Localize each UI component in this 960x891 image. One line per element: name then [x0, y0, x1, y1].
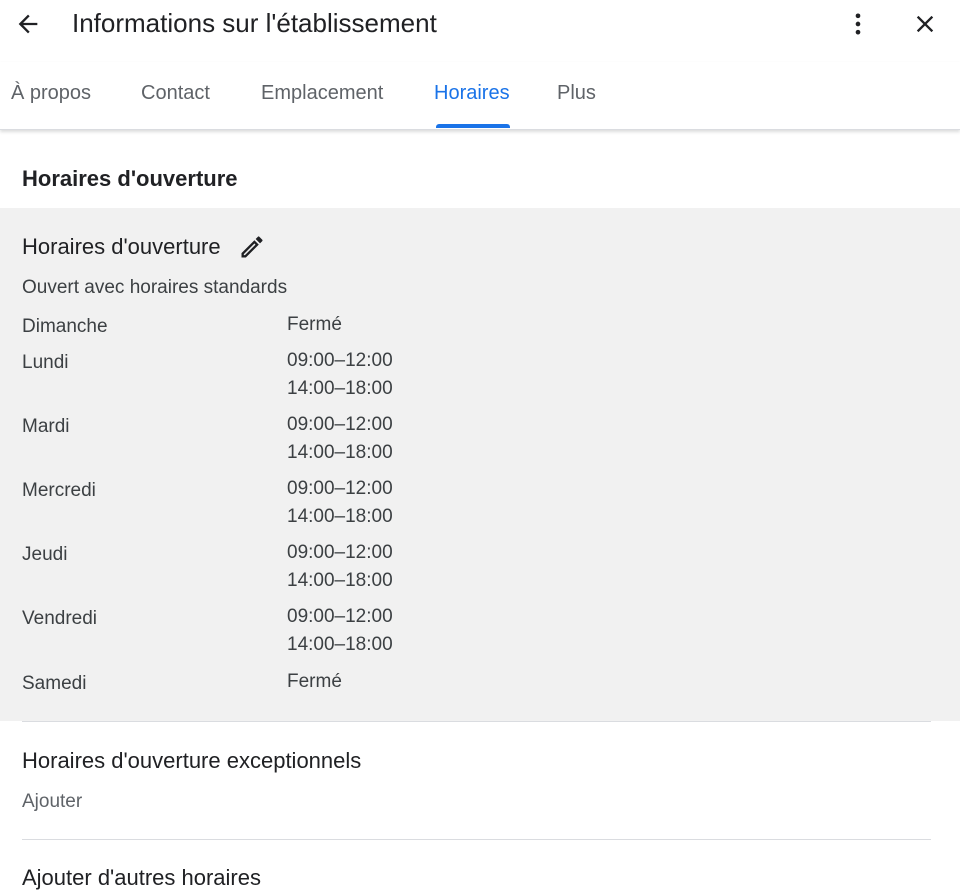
hours-slot: 14:00–18:00	[287, 378, 393, 399]
day-hours: 09:00–12:00 14:00–18:00	[287, 411, 393, 467]
opening-hours-panel: Horaires d'ouverture Ouvert avec horaire…	[0, 208, 960, 721]
hours-slot: 09:00–12:00	[287, 542, 393, 563]
tab-horaires[interactable]: Horaires	[434, 82, 510, 105]
day-hours: Fermé	[287, 311, 342, 339]
close-button[interactable]	[905, 4, 945, 44]
active-tab-indicator	[436, 124, 510, 128]
top-bar: Informations sur l'établissement	[0, 0, 960, 52]
pencil-icon	[241, 236, 263, 258]
section-title: Horaires d'ouverture	[22, 166, 238, 191]
day-name: Mercredi	[22, 480, 96, 501]
day-hours: 09:00–12:00 14:00–18:00	[287, 603, 393, 659]
day-hours: 09:00–12:00 14:00–18:00	[287, 539, 393, 595]
hours-slot: Fermé	[287, 314, 342, 335]
day-name: Vendredi	[22, 608, 98, 629]
day-hours: 09:00–12:00 14:00–18:00	[287, 475, 393, 531]
day-hours: 09:00–12:00 14:00–18:00	[287, 347, 393, 403]
hours-slot: 09:00–12:00	[287, 606, 393, 627]
day-name: Jeudi	[22, 544, 68, 565]
tab-a-propos[interactable]: À propos	[11, 82, 91, 105]
window-title: Informations sur l'établissement	[72, 8, 437, 38]
day-name: Lundi	[22, 352, 69, 373]
day-name: Dimanche	[22, 316, 108, 337]
opening-hours-heading: Horaires d'ouverture	[22, 234, 221, 259]
hours-slot: 09:00–12:00	[287, 350, 393, 371]
hours-slot: 14:00–18:00	[287, 570, 393, 591]
day-name: Samedi	[22, 673, 87, 694]
day-name: Mardi	[22, 416, 70, 437]
add-more-hours-link[interactable]: Ajouter d'autres horaires	[22, 865, 261, 891]
divider	[22, 839, 931, 840]
tab-emplacement[interactable]: Emplacement	[261, 82, 383, 105]
hours-slot: 14:00–18:00	[287, 506, 393, 527]
more-options-button[interactable]	[838, 4, 878, 44]
hours-slot: 09:00–12:00	[287, 414, 393, 435]
hours-slot: 14:00–18:00	[287, 634, 393, 655]
arrow-back-icon	[18, 14, 38, 34]
tab-contact[interactable]: Contact	[141, 82, 210, 105]
back-button[interactable]	[8, 4, 48, 44]
edit-hours-button[interactable]	[238, 233, 266, 261]
day-hours: Fermé	[287, 668, 342, 696]
hours-slot: 09:00–12:00	[287, 478, 393, 499]
close-icon	[916, 15, 934, 33]
more-vert-icon	[855, 13, 861, 35]
special-hours-title: Horaires d'ouverture exceptionnels	[22, 748, 362, 773]
add-special-hours-link[interactable]: Ajouter	[22, 791, 82, 813]
hours-slot: Fermé	[287, 671, 342, 692]
opening-status: Ouvert avec horaires standards	[22, 277, 288, 298]
divider	[22, 721, 931, 722]
hours-slot: 14:00–18:00	[287, 442, 393, 463]
tab-bar: À propos Contact Emplacement Horaires Pl…	[0, 62, 960, 130]
tab-plus[interactable]: Plus	[557, 82, 596, 105]
